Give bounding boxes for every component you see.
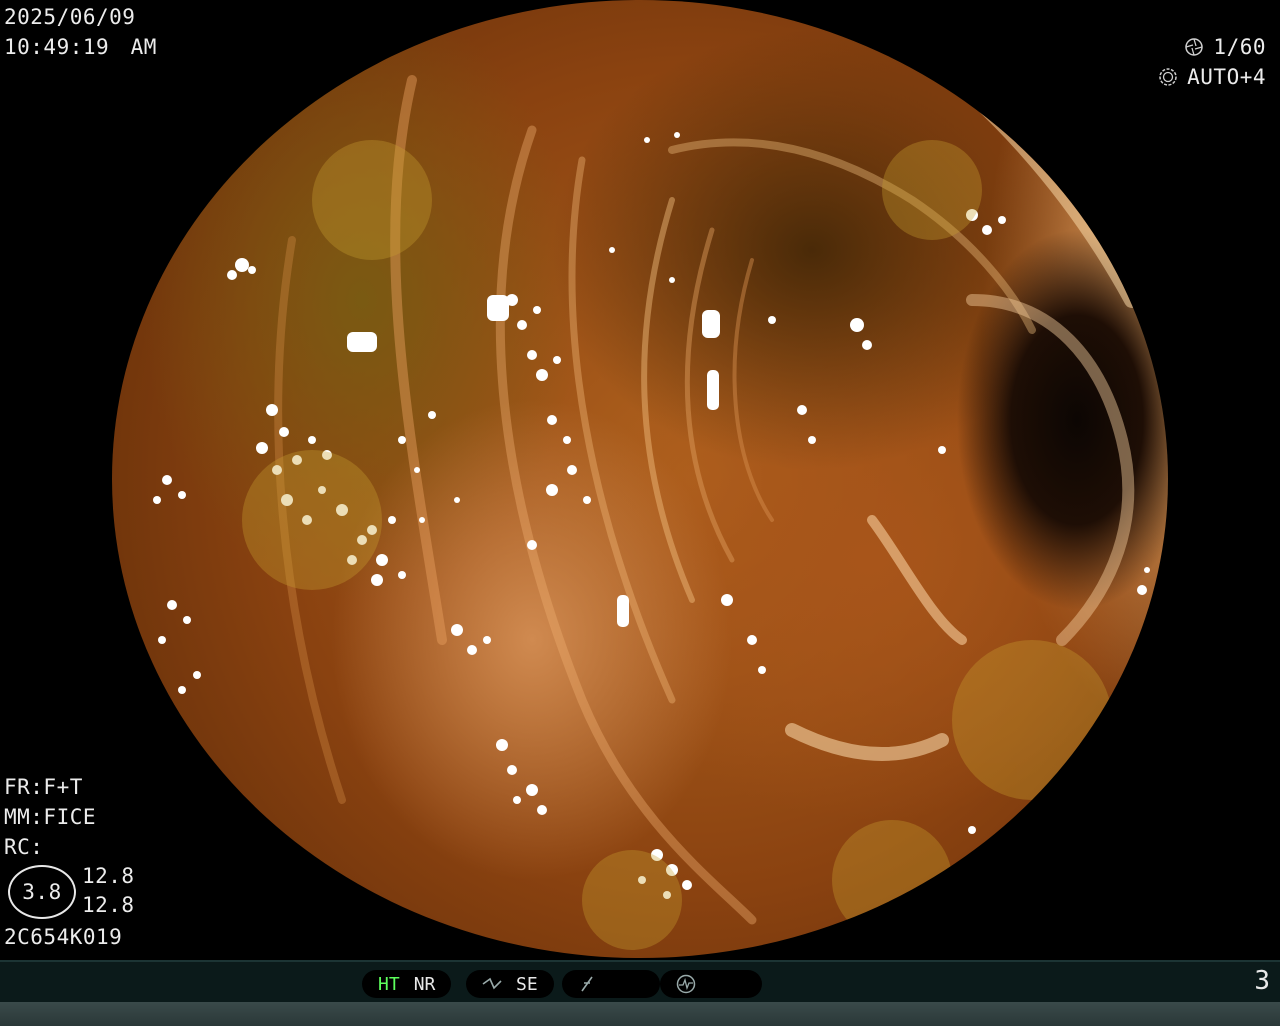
circle-value: 3.8 <box>8 865 76 919</box>
nr-indicator: NR <box>413 973 436 995</box>
shutter-row: 1/60 <box>1159 32 1266 62</box>
iris-row: AUTO+4 <box>1159 62 1266 92</box>
shutter-value: 1/60 <box>1213 35 1266 59</box>
value-top: 12.8 <box>82 864 135 888</box>
value-bottom: 12.8 <box>82 893 135 917</box>
rc-label: RC: <box>4 835 44 859</box>
ht-nr-pill: HT NR <box>362 970 452 998</box>
status-strip <box>0 1002 1280 1026</box>
pulse-circle-icon <box>676 974 696 994</box>
image-counter: 3 <box>1254 966 1270 996</box>
pulse-pill <box>660 970 762 998</box>
iris-value: AUTO+4 <box>1187 65 1266 89</box>
mucosa-texture <box>153 12 1150 950</box>
tone-curve-icon <box>482 977 502 990</box>
aperture-icon <box>1185 38 1204 56</box>
serial-number: 2C654K019 <box>4 925 123 949</box>
se-pill: SE <box>466 970 554 998</box>
enhance-slash-icon <box>581 976 593 992</box>
settings-overlay: FR:F+T MM:FICE RC: 3.8 12.8 12.8 2C654K0… <box>4 772 134 952</box>
endoscope-image <box>112 0 1168 958</box>
status-bar: HT NR SE 3 <box>0 960 1280 1026</box>
se-indicator: SE <box>516 973 538 995</box>
mm-label: MM:FICE <box>4 805 97 829</box>
fr-label: FR:F+T <box>4 775 83 799</box>
ht-indicator: HT <box>378 973 400 995</box>
exposure-overlay: 1/60 AUTO+4 <box>1159 32 1266 92</box>
enhance-pill <box>562 970 660 998</box>
gain-values: 12.8 12.8 <box>82 862 135 920</box>
gain-indicator: 3.8 12.8 12.8 <box>4 862 134 922</box>
